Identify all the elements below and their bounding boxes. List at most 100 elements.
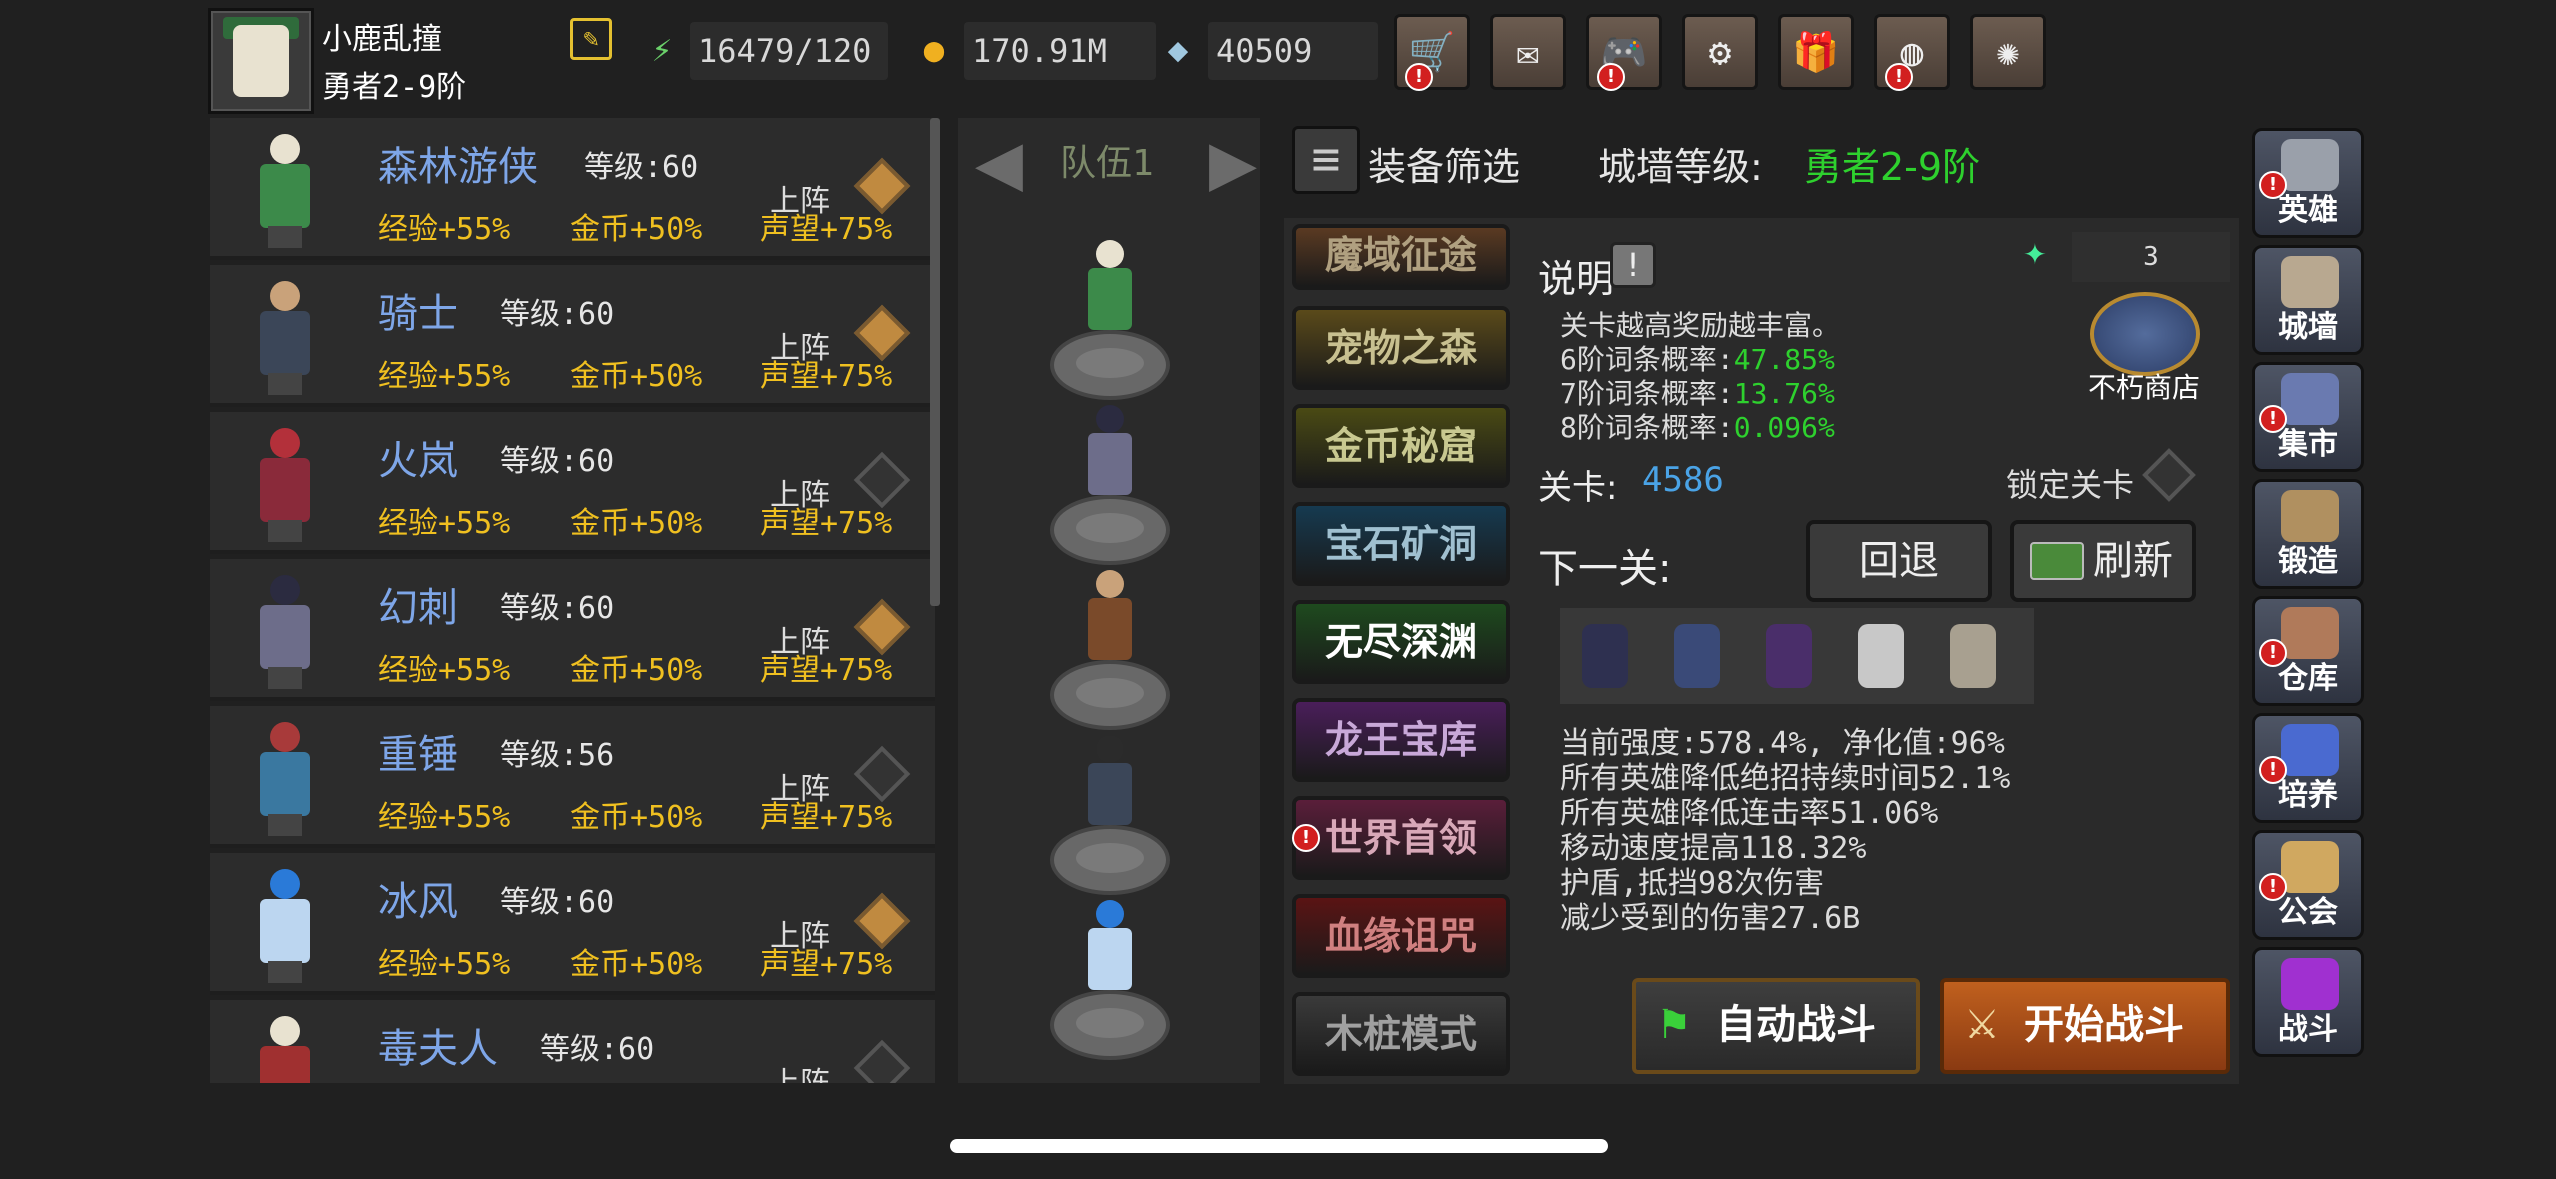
wall-level-label: 城墙等级: xyxy=(1598,145,1763,189)
hero-sprite-head xyxy=(270,869,300,899)
nav-anvil[interactable]: 锻造 xyxy=(2252,479,2364,589)
gold-coin-icon: ● xyxy=(923,30,945,70)
hero-sprite xyxy=(230,716,340,836)
hero-name: 重锤 xyxy=(378,732,458,778)
mode-button[interactable]: 木桩模式 xyxy=(1292,992,1510,1076)
mode-label: 宝石矿洞 xyxy=(1324,522,1477,566)
hero-row[interactable]: 重锤 等级:56 经验+55% 金币+50% 声望+75% 上阵 xyxy=(210,706,935,848)
nav-portal[interactable]: 战斗 xyxy=(2252,947,2364,1057)
fireworks-icon: ✺ xyxy=(1996,30,2020,74)
deploy-label: 上阵 xyxy=(770,478,830,513)
market-icon xyxy=(2281,373,2339,425)
mode-label: 血缘诅咒 xyxy=(1324,914,1477,958)
exp-bonus: 经验+55% xyxy=(378,800,511,835)
hero-sprite-legs xyxy=(268,373,302,395)
fireworks-button[interactable]: ✺ xyxy=(1970,14,2046,90)
hero-list-scrollbar[interactable] xyxy=(930,118,940,606)
gift-button[interactable]: 🎁 xyxy=(1778,14,1854,90)
home-indicator[interactable] xyxy=(950,1139,1608,1153)
alert-badge: ! xyxy=(1292,824,1320,852)
nav-castle-wall[interactable]: 城墙 xyxy=(2252,245,2364,355)
mode-label: 魔域征途 xyxy=(1324,233,1477,277)
hero-sprite-legs xyxy=(268,226,302,248)
edit-name-icon[interactable]: ✎ xyxy=(570,18,612,60)
team-hero-head xyxy=(1096,570,1124,598)
immortal-shop-icon[interactable] xyxy=(2090,292,2200,376)
filter-menu-button[interactable]: ≡ xyxy=(1292,126,1360,194)
nav-helmet[interactable]: 英雄! xyxy=(2252,128,2364,238)
hero-sprite-body xyxy=(260,311,310,375)
gold-bonus: 金币+50% xyxy=(570,947,703,982)
prev-team-arrow-icon[interactable]: ◀ xyxy=(954,122,1044,202)
alert-badge: ! xyxy=(1885,63,1913,91)
gem-icon: ◆ xyxy=(1167,30,1189,70)
deploy-label: 上阵 xyxy=(770,184,830,219)
start-battle-button[interactable]: ⚔ 开始战斗 xyxy=(1940,978,2230,1074)
hero-name: 火岚 xyxy=(378,438,458,484)
gear-icon: ⚙ xyxy=(1708,30,1732,74)
mail-button[interactable]: ✉ xyxy=(1490,14,1566,90)
team-label: 队伍1 xyxy=(1060,143,1154,184)
team-hero-body xyxy=(1088,928,1132,990)
anvil-icon xyxy=(2281,490,2339,542)
hero-sprite xyxy=(230,275,340,395)
mode-button[interactable]: 宠物之森 xyxy=(1292,306,1510,390)
enemy-preview-strip xyxy=(1560,608,2034,704)
info-icon[interactable]: ! xyxy=(1610,242,1656,288)
hero-level: 等级:60 xyxy=(500,591,615,626)
next-team-arrow-icon[interactable]: ▶ xyxy=(1188,122,1278,202)
hero-row[interactable]: 幻刺 等级:60 经验+55% 金币+50% 声望+75% 上阵 xyxy=(210,559,935,701)
team-hero-head xyxy=(1096,405,1124,433)
chalice-icon xyxy=(2281,724,2339,776)
hero-level: 等级:60 xyxy=(500,297,615,332)
alert-badge: ! xyxy=(1597,63,1625,91)
hero-list[interactable]: 森林游侠 等级:60 经验+55% 金币+50% 声望+75% 上阵 骑士 等级:60 经验+5… xyxy=(210,118,935,1083)
team-hero-body xyxy=(1088,763,1132,825)
mode-button[interactable]: 龙王宝库 xyxy=(1292,698,1510,782)
equipment-filter-label[interactable]: 装备筛选 xyxy=(1368,136,1520,191)
auto-battle-button[interactable]: ⚑ 自动战斗 xyxy=(1632,978,1920,1074)
mode-button[interactable]: 金币秘窟 xyxy=(1292,404,1510,488)
deploy-toggle[interactable] xyxy=(853,1039,911,1083)
shadow-demon-icon xyxy=(1570,618,1640,694)
mode-button[interactable]: 魔域征途 xyxy=(1292,224,1510,290)
hero-sprite xyxy=(230,128,340,248)
hero-level: 等级:60 xyxy=(500,885,615,920)
wheel-button[interactable]: ◍! xyxy=(1874,14,1950,91)
exp-bonus: 经验+55% xyxy=(378,359,511,394)
cart-button[interactable]: 🛒! xyxy=(1394,14,1470,91)
stage-modifier-line: 减少受到的伤害27.6B xyxy=(1560,901,1861,936)
nav-guild[interactable]: 公会! xyxy=(2252,830,2364,940)
hero-name: 森林游侠 xyxy=(378,144,538,190)
hero-row[interactable]: 毒夫人 等级:60 上阵 xyxy=(210,1000,935,1083)
exp-bonus: 经验+55% xyxy=(378,212,511,247)
gift-icon: 🎁 xyxy=(1792,30,1840,74)
mode-button[interactable]: 无尽深渊 xyxy=(1292,600,1510,684)
hero-row[interactable]: 森林游侠 等级:60 经验+55% 金币+50% 声望+75% 上阵 xyxy=(210,118,935,260)
immortal-shop-label[interactable]: 不朽商店 xyxy=(2088,366,2200,406)
mode-button[interactable]: 世界首领! xyxy=(1292,796,1510,880)
nav-chalice[interactable]: 培养! xyxy=(2252,713,2364,823)
enemy-shape xyxy=(1582,624,1628,688)
mode-button[interactable]: 宝石矿洞 xyxy=(1292,502,1510,586)
refresh-button[interactable]: 刷新 xyxy=(2010,520,2196,602)
hero-row[interactable]: 火岚 等级:60 经验+55% 金币+50% 声望+75% 上阵 xyxy=(210,412,935,554)
nav-market[interactable]: 集市! xyxy=(2252,362,2364,472)
exp-bonus: 经验+55% xyxy=(378,653,511,688)
hero-row[interactable]: 冰风 等级:60 经验+55% 金币+50% 声望+75% 上阵 xyxy=(210,853,935,995)
alert-badge: ! xyxy=(2259,756,2287,784)
gold-value: 170.91M xyxy=(964,22,1156,80)
back-button[interactable]: 回退 xyxy=(1806,520,1992,602)
mode-button[interactable]: 血缘诅咒 xyxy=(1292,894,1510,978)
hero-sprite-head xyxy=(270,575,300,605)
team-hero-head xyxy=(1096,900,1124,928)
hero-row[interactable]: 骑士 等级:60 经验+55% 金币+50% 声望+75% 上阵 xyxy=(210,265,935,407)
gamepad-button[interactable]: 🎮! xyxy=(1586,14,1662,91)
hero-sprite-body xyxy=(260,164,310,228)
nav-label: 锻造 xyxy=(2278,544,2338,579)
player-avatar[interactable] xyxy=(208,8,314,114)
gear-button[interactable]: ⚙ xyxy=(1682,14,1758,90)
nav-label: 城墙 xyxy=(2278,310,2338,345)
avatar-face xyxy=(233,25,289,97)
nav-warehouse[interactable]: 仓库! xyxy=(2252,596,2364,706)
